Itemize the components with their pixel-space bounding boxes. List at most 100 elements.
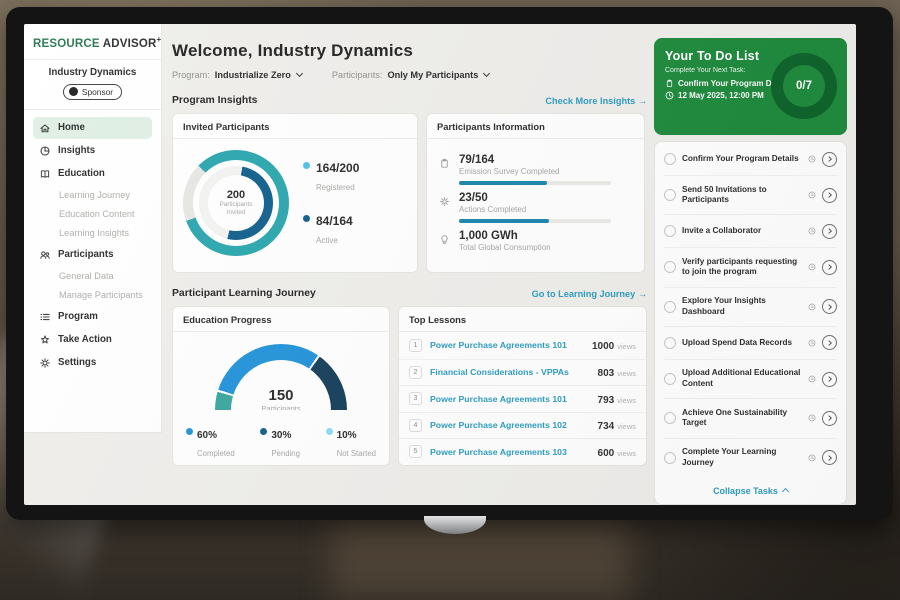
- sidebar-item-learning-journey[interactable]: Learning Journey: [33, 186, 152, 205]
- todo-progress-value: 0/7: [783, 65, 825, 107]
- sidebar-item-education[interactable]: Education: [33, 163, 152, 185]
- lesson-row: 5 Power Purchase Agreements 103 600views: [399, 438, 646, 465]
- todo-go-button[interactable]: [822, 411, 837, 426]
- todo-go-button[interactable]: [822, 450, 837, 465]
- todo-go-button[interactable]: [822, 335, 837, 350]
- todo-checkbox[interactable]: [664, 373, 676, 385]
- collapse-tasks-link[interactable]: Collapse Tasks: [664, 477, 837, 500]
- divider: [24, 59, 161, 60]
- invited-count: 200: [227, 189, 245, 201]
- legend-value: 30%: [271, 430, 291, 441]
- sidebar-item-general-data[interactable]: General Data: [33, 267, 152, 286]
- registered-label: Registered: [316, 183, 355, 192]
- todo-go-button[interactable]: [822, 224, 837, 239]
- todo-go-button[interactable]: [822, 152, 837, 167]
- lesson-row: 1 Power Purchase Agreements 101 1000view…: [399, 332, 646, 359]
- todo-checkbox[interactable]: [664, 452, 676, 464]
- org-name: Industry Dynamics: [33, 67, 152, 78]
- list-icon: [39, 311, 51, 323]
- todo-panel: Your To Do List Complete Your Next Task:…: [654, 38, 847, 505]
- views-suffix: views: [617, 449, 636, 458]
- todo-go-button[interactable]: [822, 188, 837, 203]
- sponsor-icon: [69, 87, 78, 96]
- todo-item: Confirm Your Program Details: [664, 143, 837, 175]
- invited-card-title: Invited Participants: [173, 114, 417, 139]
- app-logo: RESOURCE ADVISOR+: [33, 35, 152, 50]
- participants-filter-label: Participants:: [332, 70, 383, 80]
- invited-donut-center: 200 Participants Invited: [208, 175, 264, 231]
- sidebar-item-learning-insights[interactable]: Learning Insights: [33, 224, 152, 243]
- link-label: Check More Insights: [545, 96, 635, 106]
- star-icon: [39, 334, 51, 346]
- sidebar-item-label: Home: [58, 122, 85, 133]
- program-filter[interactable]: Program:Industrialize Zero: [172, 70, 302, 80]
- go-to-learning-journey-link[interactable]: Go to Learning Journey →: [532, 289, 647, 299]
- todo-go-button[interactable]: [822, 372, 837, 387]
- todo-checkbox[interactable]: [664, 261, 676, 273]
- lesson-link[interactable]: Power Purchase Agreements 101: [430, 340, 584, 350]
- legend-label: Completed: [197, 449, 235, 458]
- views-count: 600: [598, 448, 615, 459]
- sidebar-item-program[interactable]: Program: [33, 306, 152, 328]
- todo-item: Achieve One Sustainability Target: [664, 398, 837, 437]
- legend-dot-pending: [260, 428, 267, 435]
- clipboard-icon: [665, 79, 674, 88]
- sidebar: RESOURCE ADVISOR+ Industry Dynamics Spon…: [24, 24, 162, 433]
- todo-go-button[interactable]: [822, 299, 837, 314]
- lesson-link[interactable]: Power Purchase Agreements 103: [430, 447, 590, 457]
- legend-dot-not-started: [326, 428, 333, 435]
- sidebar-item-settings[interactable]: Settings: [33, 352, 152, 374]
- clock-icon: [808, 339, 816, 347]
- lesson-link[interactable]: Financial Considerations - VPPAs: [430, 367, 590, 377]
- participants-filter[interactable]: Participants:Only My Participants: [332, 70, 489, 80]
- sidebar-item-take-action[interactable]: Take Action: [33, 329, 152, 351]
- todo-item: Send 50 Invitations to Participants: [664, 175, 837, 214]
- stat-value: 23/50: [459, 192, 611, 204]
- invited-count-label: Participants Invited: [214, 201, 258, 217]
- views-count: 734: [598, 421, 615, 432]
- lesson-link[interactable]: Power Purchase Agreements 102: [430, 420, 590, 430]
- sidebar-item-education-content[interactable]: Education Content: [33, 205, 152, 224]
- chevron-right-icon: [826, 227, 834, 235]
- todo-checkbox[interactable]: [664, 412, 676, 424]
- chevron-up-icon: [782, 488, 789, 495]
- legend-value: 10%: [337, 430, 357, 441]
- todo-item: Upload Spend Data Records: [664, 326, 837, 359]
- todo-checkbox[interactable]: [664, 153, 676, 165]
- participants-count: 150: [215, 387, 347, 404]
- chevron-right-icon: [826, 339, 834, 347]
- sidebar-item-manage-participants[interactable]: Manage Participants: [33, 286, 152, 305]
- todo-checkbox[interactable]: [664, 301, 676, 313]
- legend-pending: 30%Pending: [260, 425, 300, 461]
- legend-completed: 60%Completed: [186, 425, 235, 461]
- views-count: 1000: [592, 341, 614, 352]
- chevron-right-icon: [826, 454, 834, 462]
- sidebar-nav: Home Insights Education Learning Journey…: [33, 117, 152, 374]
- lesson-link[interactable]: Power Purchase Agreements 101: [430, 394, 590, 404]
- top-lessons-card: Top Lessons 1 Power Purchase Agreements …: [398, 306, 647, 466]
- gear-icon: [439, 196, 450, 207]
- todo-go-button[interactable]: [822, 260, 837, 275]
- sidebar-item-label: Insights: [58, 145, 95, 156]
- todo-checkbox[interactable]: [664, 337, 676, 349]
- sidebar-item-home[interactable]: Home: [33, 117, 152, 139]
- check-more-insights-link[interactable]: Check More Insights →: [545, 96, 647, 106]
- clock-icon: [808, 191, 816, 199]
- views-suffix: views: [617, 369, 636, 378]
- logo-part-resource: RESOURCE: [33, 38, 100, 50]
- monitor-bezel: RESOURCE ADVISOR+ Industry Dynamics Spon…: [6, 7, 893, 520]
- stat-emission-survey: 79/164 Emission Survey Completed: [439, 154, 632, 185]
- insights-icon: [39, 145, 51, 157]
- clock-icon: [808, 454, 816, 462]
- views-suffix: views: [617, 342, 636, 351]
- todo-checkbox[interactable]: [664, 189, 676, 201]
- chevron-down-icon: [483, 70, 490, 77]
- todo-checkbox[interactable]: [664, 225, 676, 237]
- chevron-right-icon: [826, 303, 834, 311]
- sidebar-item-insights[interactable]: Insights: [33, 140, 152, 162]
- people-icon: [39, 249, 51, 261]
- sidebar-item-participants[interactable]: Participants: [33, 244, 152, 266]
- link-label: Go to Learning Journey: [532, 289, 636, 299]
- registered-value: 164/200: [316, 161, 359, 175]
- sidebar-item-label: Education: [58, 168, 105, 179]
